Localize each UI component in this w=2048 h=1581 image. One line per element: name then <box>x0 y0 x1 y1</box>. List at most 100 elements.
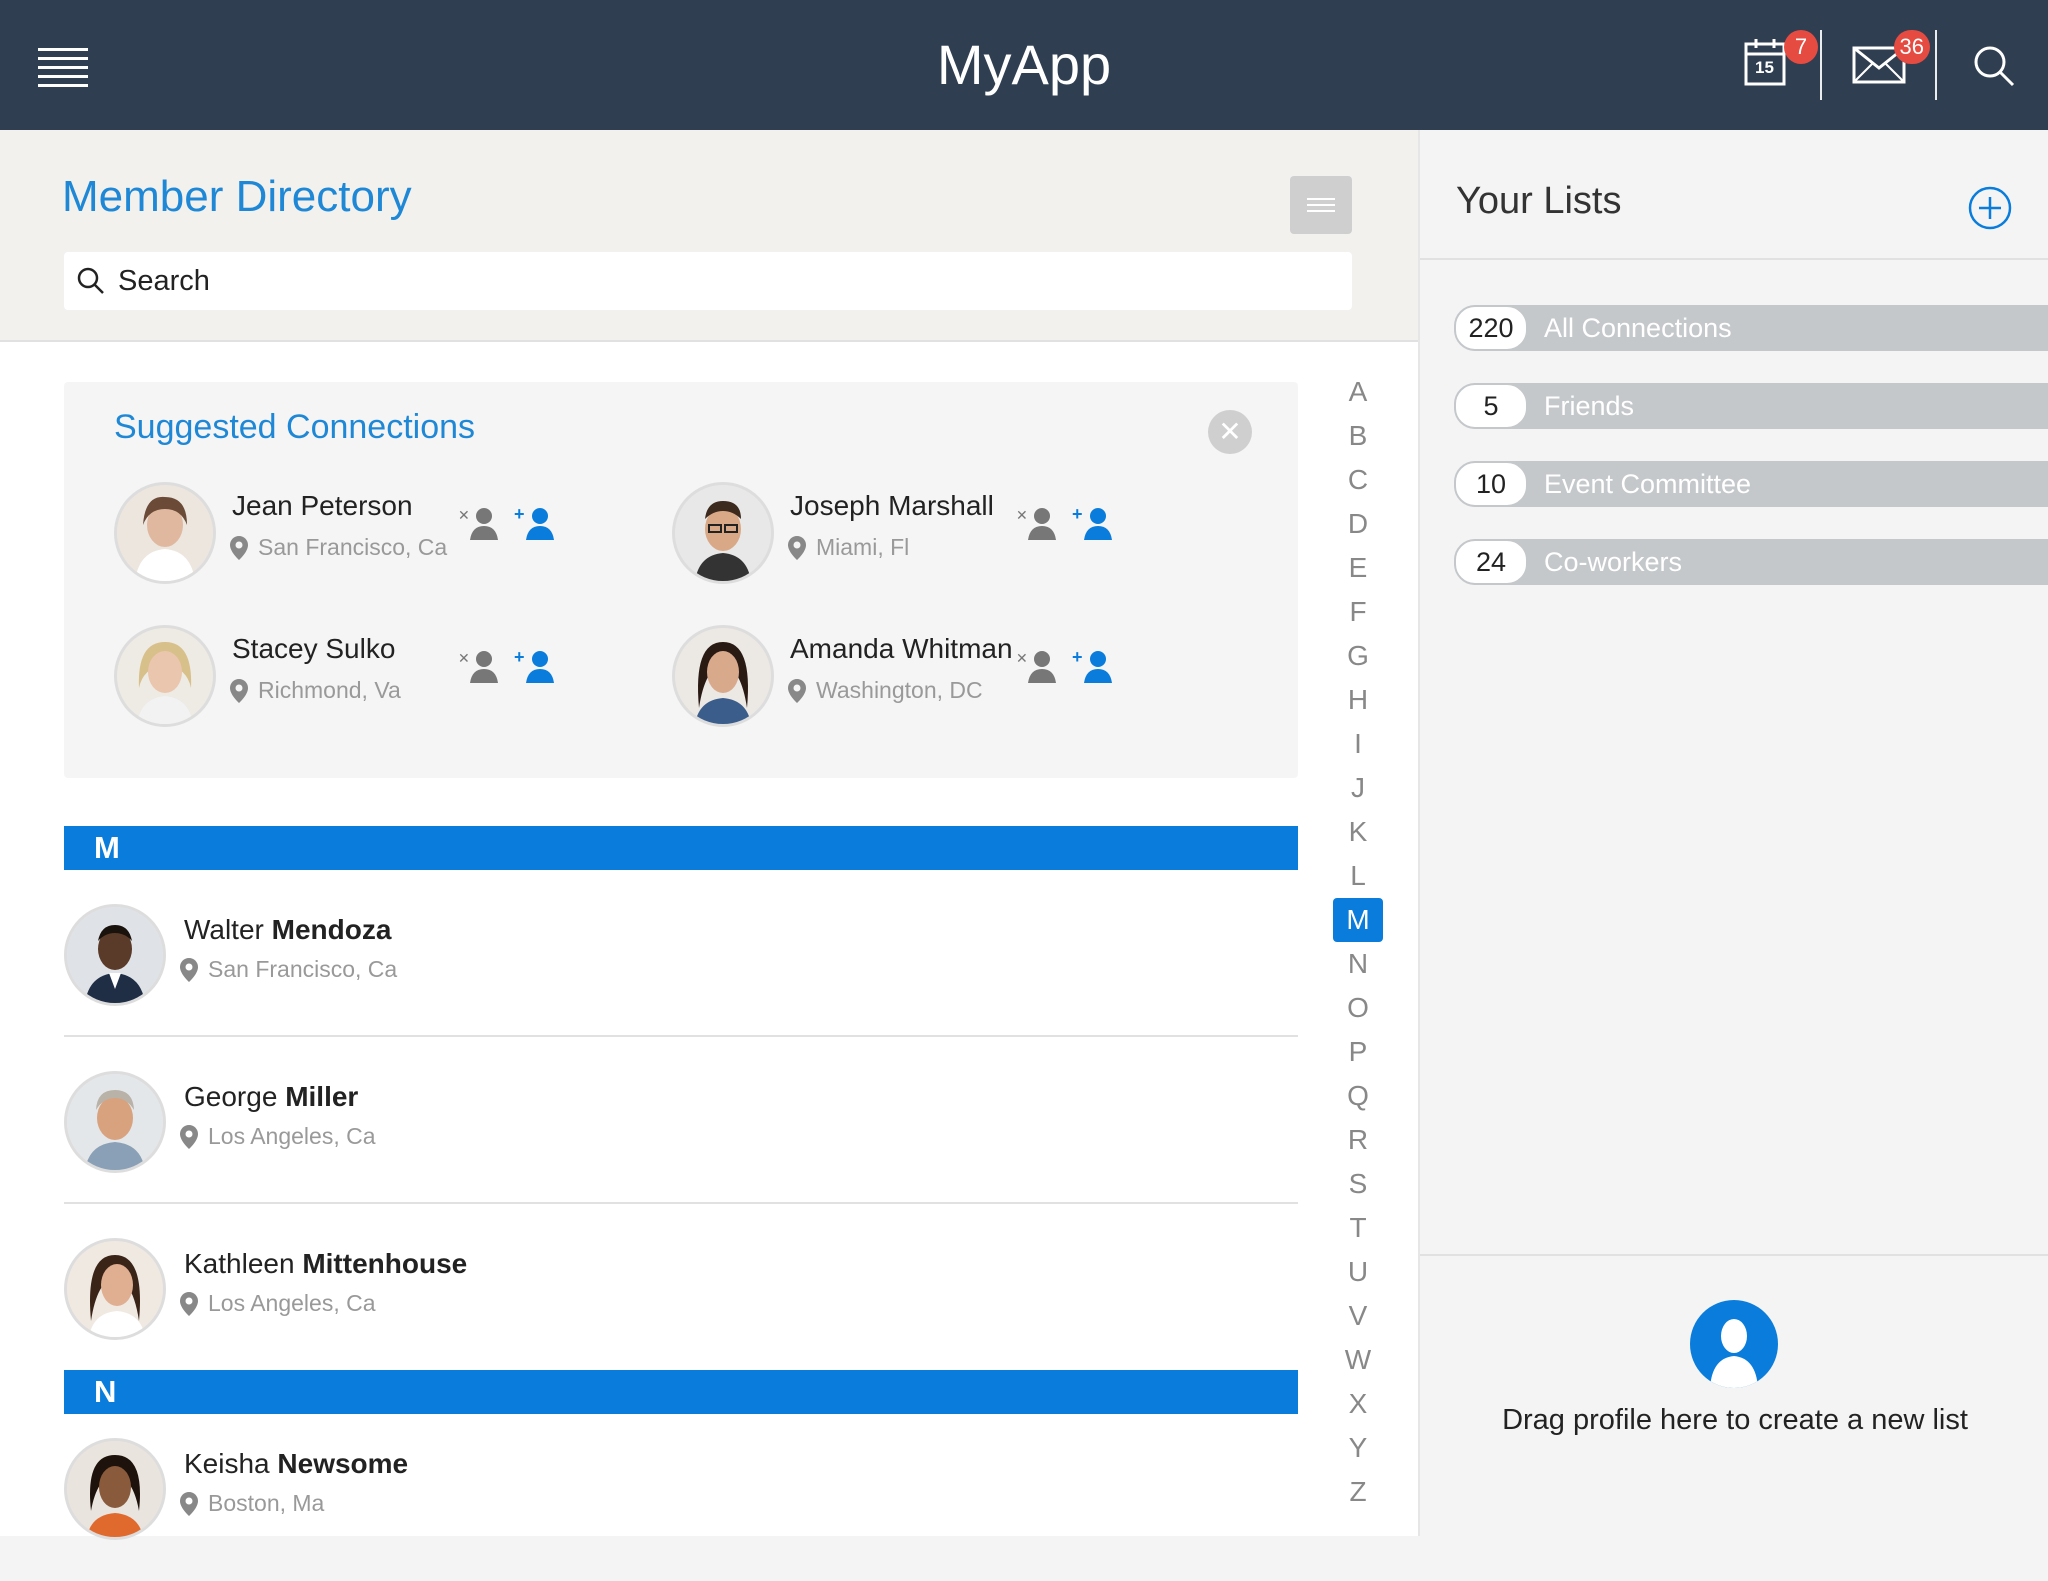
list-co-workers[interactable]: 24 Co-workers <box>1454 539 2048 585</box>
search-input[interactable] <box>116 263 1352 299</box>
person-silhouette-icon <box>1690 1300 1778 1388</box>
avatar <box>64 1438 166 1540</box>
index-letter-n[interactable]: N <box>1330 942 1386 986</box>
index-letter-x[interactable]: X <box>1330 1382 1386 1426</box>
svg-text:+: + <box>1072 504 1083 524</box>
member-name: Keisha Newsome <box>184 1448 409 1479</box>
list-event-committee[interactable]: 10 Event Committee <box>1454 461 2048 507</box>
index-letter-b[interactable]: B <box>1330 414 1386 458</box>
member-row[interactable]: Keisha Newsome Boston, Ma <box>64 1414 1298 1581</box>
member-location: San Francisco, Ca <box>180 956 397 983</box>
svg-text:✕: ✕ <box>1016 507 1028 523</box>
list-menu-button[interactable] <box>1290 176 1352 234</box>
person-location: Washington, DC <box>788 677 983 704</box>
search-icon[interactable] <box>1972 38 2032 94</box>
index-letter-t[interactable]: T <box>1330 1206 1386 1250</box>
avatar <box>672 625 774 727</box>
index-letter-w[interactable]: W <box>1330 1338 1386 1382</box>
search-icon <box>77 267 104 294</box>
index-letter-m[interactable]: M <box>1333 898 1383 942</box>
top-bar: MyApp 15 7 36 <box>0 0 2048 130</box>
page-title: Member Directory <box>62 172 412 221</box>
index-letter-p[interactable]: P <box>1330 1030 1386 1074</box>
index-letter-q[interactable]: Q <box>1330 1074 1386 1118</box>
index-letter-g[interactable]: G <box>1330 634 1386 678</box>
index-letter-v[interactable]: V <box>1330 1294 1386 1338</box>
directory-header: Member Directory <box>0 130 1418 342</box>
avatar <box>114 625 216 727</box>
person-name: Jean Peterson <box>232 490 413 521</box>
index-letter-r[interactable]: R <box>1330 1118 1386 1162</box>
dismiss-person-icon[interactable]: ✕ <box>458 645 502 689</box>
add-person-icon[interactable]: + <box>514 502 558 546</box>
index-letter-s[interactable]: S <box>1330 1162 1386 1206</box>
add-person-icon[interactable]: + <box>1072 645 1116 689</box>
avatar <box>64 904 166 1006</box>
list-label: Co-workers <box>1544 547 1683 577</box>
index-letter-z[interactable]: Z <box>1330 1470 1386 1514</box>
avatar <box>64 1071 166 1173</box>
member-name: Walter Mendoza <box>184 914 392 945</box>
list-count: 10 <box>1454 461 1528 507</box>
location-pin-icon <box>180 1291 198 1316</box>
index-letter-d[interactable]: D <box>1330 502 1386 546</box>
list-label: Event Committee <box>1544 469 1752 499</box>
location-pin-icon <box>180 1491 198 1516</box>
list-label: Friends <box>1544 391 1635 421</box>
index-letter-f[interactable]: F <box>1330 590 1386 634</box>
avatar <box>672 482 774 584</box>
location-pin-icon <box>788 678 806 703</box>
index-letter-u[interactable]: U <box>1330 1250 1386 1294</box>
list-all-connections[interactable]: 220 All Connections <box>1454 305 2048 351</box>
member-location: Boston, Ma <box>180 1490 324 1517</box>
section-header-m: M <box>64 826 1298 870</box>
svg-text:+: + <box>514 504 525 524</box>
dismiss-person-icon[interactable]: ✕ <box>1016 645 1060 689</box>
suggested-title: Suggested Connections <box>114 408 476 446</box>
add-person-icon[interactable]: + <box>514 645 558 689</box>
location-pin-icon <box>180 957 198 982</box>
location-pin-icon <box>180 1124 198 1149</box>
index-letter-k[interactable]: K <box>1330 810 1386 854</box>
add-list-icon[interactable] <box>1968 186 2012 230</box>
suggested-person[interactable]: Stacey Sulko Richmond, Va ✕ + <box>114 625 714 735</box>
index-letter-l[interactable]: L <box>1330 854 1386 898</box>
close-suggestions-button[interactable]: ✕ <box>1208 410 1252 454</box>
index-letter-c[interactable]: C <box>1330 458 1386 502</box>
dismiss-person-icon[interactable]: ✕ <box>458 502 502 546</box>
svg-text:✕: ✕ <box>1016 650 1028 666</box>
divider <box>1820 30 1822 100</box>
index-letter-y[interactable]: Y <box>1330 1426 1386 1470</box>
list-count: 24 <box>1454 539 1528 585</box>
member-row[interactable]: Walter Mendoza San Francisco, Ca <box>64 870 1298 1037</box>
index-letter-a[interactable]: A <box>1330 370 1386 414</box>
member-row[interactable]: George Miller Los Angeles, Ca <box>64 1037 1298 1204</box>
calendar-icon[interactable]: 15 7 <box>1744 30 1818 94</box>
suggested-connections-card: Suggested Connections ✕ Jean Peterson Sa… <box>64 382 1298 778</box>
member-row[interactable]: Kathleen Mittenhouse Los Angeles, Ca <box>64 1204 1298 1371</box>
list-count: 5 <box>1454 383 1528 429</box>
search-bar[interactable] <box>64 252 1352 310</box>
index-letter-j[interactable]: J <box>1330 766 1386 810</box>
index-letter-h[interactable]: H <box>1330 678 1386 722</box>
suggested-person[interactable]: Jean Peterson San Francisco, Ca ✕ + <box>114 482 714 592</box>
mail-icon[interactable]: 36 <box>1852 30 1930 94</box>
dismiss-person-icon[interactable]: ✕ <box>1016 502 1060 546</box>
calendar-badge: 7 <box>1784 30 1818 64</box>
list-count: 220 <box>1454 305 1528 351</box>
suggested-person[interactable]: Joseph Marshall Miami, Fl ✕ + <box>672 482 1272 592</box>
list-friends[interactable]: 5 Friends <box>1454 383 2048 429</box>
index-letter-e[interactable]: E <box>1330 546 1386 590</box>
person-name: Amanda Whitman <box>790 633 1013 664</box>
mail-badge: 36 <box>1893 30 1930 64</box>
person-name: Stacey Sulko <box>232 633 396 664</box>
member-name: Kathleen Mittenhouse <box>184 1248 468 1279</box>
suggested-person[interactable]: Amanda Whitman Washington, DC ✕ + <box>672 625 1272 735</box>
svg-text:+: + <box>1072 647 1083 667</box>
svg-text:✕: ✕ <box>458 507 470 523</box>
new-list-drop-zone[interactable]: Drag profile here to create a new list <box>1420 1254 2048 1538</box>
svg-text:✕: ✕ <box>458 650 470 666</box>
index-letter-o[interactable]: O <box>1330 986 1386 1030</box>
add-person-icon[interactable]: + <box>1072 502 1116 546</box>
index-letter-i[interactable]: I <box>1330 722 1386 766</box>
